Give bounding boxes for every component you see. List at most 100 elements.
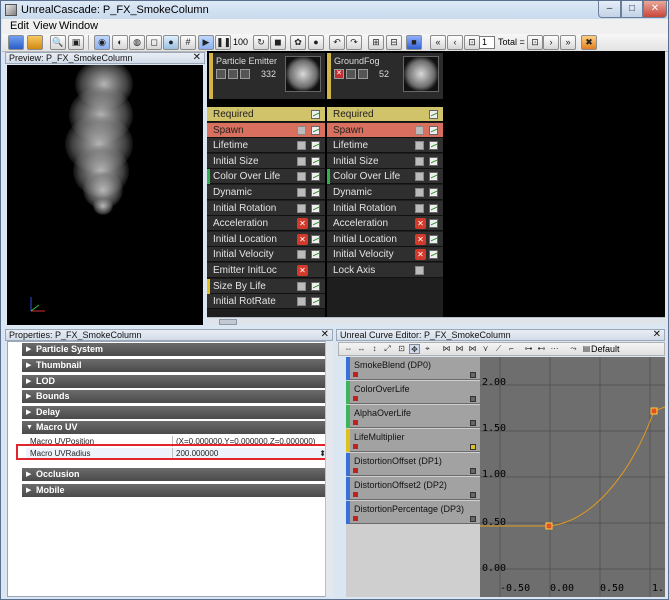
restart-level-icon[interactable] [27,35,43,50]
curve-editor-toggle-icon[interactable] [311,110,320,119]
category-particle-system[interactable]: Particle System [22,343,328,356]
delete-lod-icon[interactable]: ✖ [581,35,597,50]
curve-editor-toggle-icon[interactable] [311,234,320,244]
preview-viewport[interactable] [7,65,203,325]
module-row[interactable]: Acceleration ✕ [327,216,443,232]
module-row[interactable]: Initial Rotation [327,200,443,216]
auto-tangent-icon[interactable]: ⋈ [441,344,452,354]
constant-tangent-icon[interactable]: ⌐ [506,344,517,354]
curve-entry[interactable]: DistortionOffset2 (DP2) [346,477,480,500]
curve-editor-toggle-icon[interactable] [429,141,438,151]
module-enable-checkbox[interactable] [415,203,424,213]
curve-visibility-icon[interactable] [353,468,358,473]
curve-editor-toggle-icon[interactable] [311,172,320,182]
curve-entry[interactable]: SmokeBlend (DP0) [346,357,480,380]
wireframe-icon[interactable]: ◍ [129,35,145,50]
module-row[interactable]: Initial Location ✕ [207,231,325,247]
module-row[interactable]: Color Over Life [207,169,325,185]
curve-visibility-icon[interactable] [353,372,358,377]
emitter-enable-icon[interactable] [216,69,226,79]
module-row[interactable]: Initial Size [207,153,325,169]
lod-icon[interactable]: ■ [406,35,422,50]
curve-editor-toggle-icon[interactable] [429,203,438,213]
menu-view[interactable]: View [33,20,57,32]
module-enable-checkbox[interactable] [297,125,306,135]
undo-icon[interactable]: ↶ [329,35,345,50]
curve-preset-dropdown[interactable]: Default [591,344,620,355]
speed-label[interactable]: 100 [233,37,248,47]
module-row[interactable]: Color Over Life [327,169,443,185]
lit-icon[interactable]: ● [163,35,179,50]
module-row[interactable]: Required [327,107,443,122]
module-row[interactable]: Lifetime [327,138,443,154]
unlit-icon[interactable]: ◻ [146,35,162,50]
next-lod-icon[interactable]: › [543,35,559,50]
sphere-icon[interactable]: ● [308,35,324,50]
curve-editor-close-icon[interactable]: ✕ [653,330,661,340]
curve-editor-toggle-icon[interactable] [311,203,320,213]
module-enable-checkbox[interactable] [297,297,306,307]
module-row[interactable]: Required [207,107,325,122]
curve-editor-toggle-icon[interactable] [429,125,438,135]
zoom-mode-icon[interactable]: ⌖ [422,344,433,354]
module-row[interactable]: Lifetime [207,138,325,154]
module-enable-checkbox[interactable] [415,266,424,275]
background-color-icon[interactable]: ◼ [270,35,286,50]
minimize-button[interactable]: – [598,1,621,18]
lod-add-icon[interactable]: ⊡ [464,35,480,50]
curve-hide-toggle-icon[interactable] [470,420,476,426]
curve-editor-toggle-icon[interactable] [311,156,320,166]
module-enable-checkbox[interactable] [415,172,424,182]
curve-hide-toggle-icon[interactable] [470,492,476,498]
curve-visibility-icon[interactable] [353,420,358,425]
redo-icon[interactable]: ↷ [346,35,362,50]
emitter-header[interactable]: GroundFog ✕ 52 [327,53,443,99]
curve-hide-toggle-icon[interactable] [470,516,476,522]
emitter-list[interactable]: Particle Emitter 332 GroundFog ✕ 52 Requ… [207,51,665,317]
linear-tangent-icon[interactable]: ⟋ [493,344,504,354]
curve-editor-toggle-icon[interactable] [311,250,320,260]
module-disabled-icon[interactable]: ✕ [297,233,308,245]
module-enable-checkbox[interactable] [297,172,306,182]
curve-editor-toggle-icon[interactable] [311,219,320,229]
curve-entry[interactable]: LifeMultiplier [346,429,480,452]
curve-hide-toggle-icon[interactable] [470,372,476,378]
cascade-horizontal-scrollbar[interactable] [207,317,665,325]
curve-entry[interactable]: ColorOverLife [346,381,480,404]
curve-hide-toggle-icon[interactable] [470,444,476,450]
module-row[interactable]: Initial Size [327,153,443,169]
curve-editor-toggle-icon[interactable] [429,156,438,166]
emitter-render-icon[interactable] [228,69,238,79]
emitter-solo-icon[interactable] [358,69,368,79]
module-row[interactable]: Dynamic [207,185,325,200]
menu-edit[interactable]: Edit [10,20,29,32]
module-row[interactable]: Initial Location ✕ [327,231,443,247]
curve-editor-toggle-icon[interactable] [311,297,320,307]
fit-horizontal-icon[interactable]: ↔ [356,344,367,354]
curve-editor-toggle-icon[interactable] [429,172,438,182]
maximize-button[interactable]: □ [621,1,643,18]
module-row[interactable]: Initial Velocity ✕ [327,247,443,263]
module-disabled-icon[interactable]: ✕ [415,249,426,261]
straighten-tangents-icon[interactable]: ⊷ [536,344,547,354]
restart-sim-icon[interactable] [8,35,24,50]
module-row[interactable]: Lock Axis [327,263,443,278]
menu-window[interactable]: Window [59,20,98,32]
emitter-render-icon[interactable] [346,69,356,79]
module-row[interactable]: Spawn [207,122,325,138]
module-disabled-icon[interactable]: ✕ [415,218,426,230]
module-enable-checkbox[interactable] [415,156,424,166]
search-icon[interactable]: 🔍 [50,35,66,50]
module-disabled-icon[interactable]: ✕ [297,218,308,230]
play-icon[interactable]: ▶ [198,35,214,50]
curve-entry[interactable]: AlphaOverLife [346,405,480,428]
regen-lod-all-icon[interactable]: ⊟ [386,35,402,50]
scrollbar-thumb[interactable] [219,319,237,325]
move-mode-icon[interactable]: ✥ [409,344,420,354]
loop-icon[interactable]: ↻ [253,35,269,50]
module-row[interactable]: Initial RotRate [207,294,325,310]
curve-editor-toggle-icon[interactable] [429,110,438,119]
module-disabled-icon[interactable]: ✕ [415,233,426,245]
curve-editor-toggle-icon[interactable] [311,141,320,151]
properties-scrollbar[interactable] [325,341,333,597]
